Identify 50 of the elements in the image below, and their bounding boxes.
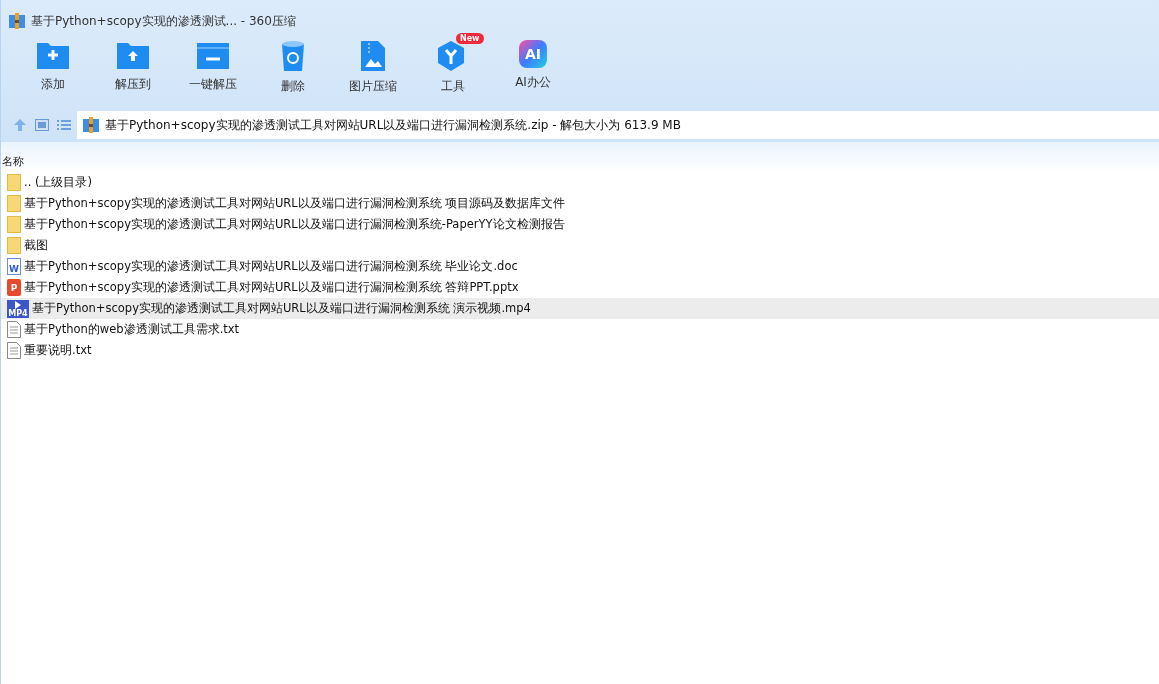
thumbnail-view-button[interactable] xyxy=(33,117,51,133)
file-name: 基于Python+scopy实现的渗透测试工具对网站URL以及端口进行漏洞检测系统 项目源码及数据库文件 xyxy=(24,196,566,211)
toolbar-button[interactable]: 删除 xyxy=(253,32,333,102)
file-name: 基于Python的web渗透测试工具需求.txt xyxy=(24,322,240,337)
up-arrow-icon xyxy=(13,118,27,132)
file-name: 基于Python+scopy实现的渗透测试工具对网站URL以及端口进行漏洞检测系统 毕业论文.doc xyxy=(24,259,518,274)
file-row[interactable]: 基于Python的web渗透测试工具需求.txt xyxy=(1,319,1159,340)
image-file-icon xyxy=(360,40,386,72)
file-row[interactable]: 重要说明.txt xyxy=(1,340,1159,361)
address-field[interactable]: 基于Python+scopy实现的渗透测试工具对网站URL以及端口进行漏洞检测系统.zip - 解包大小为 613.9 MB xyxy=(77,111,1159,139)
folder-plus-icon xyxy=(36,40,70,70)
file-row[interactable]: .. (上级目录) xyxy=(1,172,1159,193)
file-name: 基于Python+scopy实现的渗透测试工具对网站URL以及端口进行漏洞检测系统-PaperYY论文检测报告 xyxy=(24,217,565,232)
file-row[interactable]: W 基于Python+scopy实现的渗透测试工具对网站URL以及端口进行漏洞检测系统 毕业论文.doc xyxy=(1,256,1159,277)
toolbar-button[interactable]: 一键解压 xyxy=(173,32,253,102)
list-icon xyxy=(57,119,71,131)
window-title: 基于Python+scopy实现的渗透测试... - 360压缩 xyxy=(31,12,296,30)
new-badge: New xyxy=(456,33,484,44)
folder-minus-icon xyxy=(196,40,230,70)
powerpoint-document-icon: P xyxy=(7,279,21,296)
file-name: 截图 xyxy=(24,238,48,253)
toolbar-button[interactable]: 添加 xyxy=(13,32,93,102)
archive-icon xyxy=(9,13,25,29)
archive-icon xyxy=(83,117,99,133)
text-file-icon xyxy=(7,321,21,338)
file-name: 基于Python+scopy实现的渗透测试工具对网站URL以及端口进行漏洞检测系统 答辩PPT.pptx xyxy=(24,280,519,295)
file-row[interactable]: 基于Python+scopy实现的渗透测试工具对网站URL以及端口进行漏洞检测系统 项目源码及数据库文件 xyxy=(1,193,1159,214)
folder-upload-icon xyxy=(116,40,150,70)
toolbar-button[interactable]: 解压到 xyxy=(93,32,173,102)
file-name: 重要说明.txt xyxy=(24,343,92,358)
word-document-icon: W xyxy=(7,258,21,275)
text-file-icon xyxy=(7,342,21,359)
folder-icon xyxy=(7,216,21,233)
file-name: 基于Python+scopy实现的渗透测试工具对网站URL以及端口进行漏洞检测系统 演示视频.mp4 xyxy=(32,301,531,316)
video-file-icon: MP4 xyxy=(7,299,29,318)
file-row[interactable]: 截图 xyxy=(1,235,1159,256)
folder-icon xyxy=(7,174,21,191)
file-row[interactable]: MP4 基于Python+scopy实现的渗透测试工具对网站URL以及端口进行漏洞检测系统 演示视频.mp4 xyxy=(1,298,1159,319)
folder-icon xyxy=(7,237,21,254)
toolbar-button[interactable]: 图片压缩 xyxy=(333,32,413,102)
window-icon xyxy=(35,119,49,131)
toolbar-button[interactable]: AI AI办公 xyxy=(493,32,573,102)
file-row[interactable]: 基于Python+scopy实现的渗透测试工具对网站URL以及端口进行漏洞检测系统-PaperYY论文检测报告 xyxy=(1,214,1159,235)
toolbar-button[interactable]: New 工具 xyxy=(413,32,493,102)
file-name: .. (上级目录) xyxy=(24,175,92,190)
recycle-bin-icon xyxy=(280,40,306,72)
folder-icon xyxy=(7,195,21,212)
ai-icon: AI xyxy=(519,40,547,68)
file-row[interactable]: P 基于Python+scopy实现的渗透测试工具对网站URL以及端口进行漏洞检测系统 答辩PPT.pptx xyxy=(1,277,1159,298)
list-view-button[interactable] xyxy=(55,117,73,133)
